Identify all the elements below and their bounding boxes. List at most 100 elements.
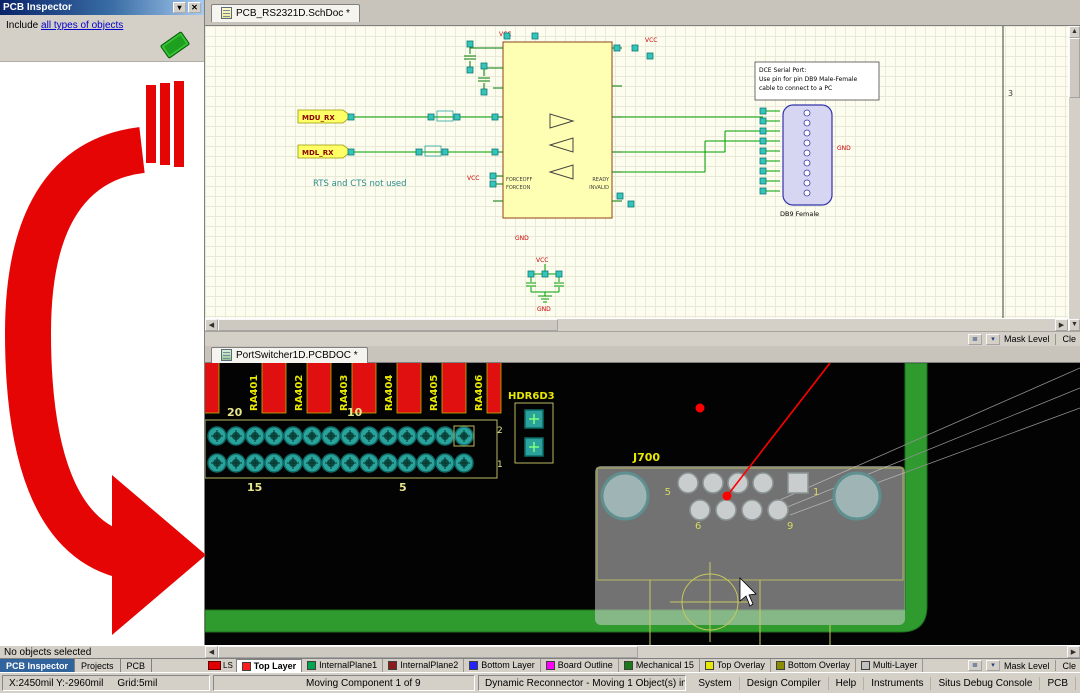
pcb-tab-row: PortSwitcher1D.PCBDOC * bbox=[205, 346, 1080, 363]
include-types-link[interactable]: all types of objects bbox=[41, 20, 123, 31]
layer-tab-multi-layer[interactable]: Multi-Layer bbox=[856, 659, 924, 672]
moving-status-cell: Moving Component 1 of 9 bbox=[213, 675, 475, 691]
layer-tab-internalplane1[interactable]: InternalPlane1 bbox=[302, 659, 383, 672]
svg-text:RA401: RA401 bbox=[249, 375, 260, 411]
scroll-down-icon[interactable]: ▼ bbox=[1069, 319, 1080, 331]
layer-color-swatch bbox=[776, 661, 785, 670]
j700-label: J700 bbox=[632, 451, 660, 464]
scroll-thumb[interactable] bbox=[218, 319, 558, 331]
layer-color-swatch bbox=[469, 661, 478, 670]
connection-endpoint bbox=[696, 404, 705, 413]
decoupling-circuit: VCC GND bbox=[526, 257, 564, 313]
layer-tab-bottom-overlay[interactable]: Bottom Overlay bbox=[771, 659, 856, 672]
menu-situs-debug-console[interactable]: Situs Debug Console bbox=[931, 677, 1040, 690]
layer-tab-top-overlay[interactable]: Top Overlay bbox=[700, 659, 771, 672]
include-label: Include bbox=[6, 20, 38, 31]
scroll-thumb[interactable] bbox=[218, 646, 638, 658]
layer-tab-mechanical-15[interactable]: Mechanical 15 bbox=[619, 659, 700, 672]
altium-window: PCB Inspector ▾ ✕ Include all types of o… bbox=[0, 0, 1080, 693]
rs232-transceiver-ic[interactable]: FORCEOFF FORCEON READY INVALID bbox=[493, 42, 622, 218]
chevron-down-icon[interactable]: ▾ bbox=[986, 334, 1000, 345]
mask-level-label[interactable]: Mask Level bbox=[1004, 334, 1050, 344]
schematic-mask-level-bar: ≣ ▾ Mask Level Cle bbox=[205, 331, 1080, 346]
scroll-left-icon[interactable]: ◀ bbox=[205, 319, 218, 331]
layer-color-swatch bbox=[861, 661, 870, 670]
connection-endpoint bbox=[723, 492, 732, 501]
svg-text:cable to connect to a PC: cable to connect to a PC bbox=[759, 85, 832, 92]
schematic-canvas[interactable]: 3 FORCEOFF FORCEON READY INVALID bbox=[205, 26, 1068, 318]
svg-text:9: 9 bbox=[787, 521, 793, 532]
grid-setting: Grid:5mil bbox=[117, 678, 157, 689]
svg-text:15: 15 bbox=[247, 481, 262, 494]
gnd-power-label: GND bbox=[515, 235, 529, 242]
layer-set-swatch[interactable] bbox=[208, 661, 221, 670]
net-label-mdl-rx[interactable]: MDL_RX bbox=[298, 145, 351, 158]
scroll-thumb[interactable] bbox=[1069, 38, 1080, 98]
scroll-up-icon[interactable]: ▲ bbox=[1069, 26, 1080, 38]
panel-tab-bar: PCB Inspector Projects PCB bbox=[0, 658, 205, 672]
schematic-document-tab[interactable]: PCB_RS2321D.SchDoc * bbox=[211, 4, 360, 22]
chevron-down-icon[interactable]: ▾ bbox=[986, 660, 1000, 671]
clear-button[interactable]: Cle bbox=[1062, 334, 1076, 344]
sheet-zone-label: 3 bbox=[1008, 89, 1013, 98]
filter-icon[interactable]: ≣ bbox=[968, 334, 982, 345]
svg-text:Use pin for pin DB9 Male-Femal: Use pin for pin DB9 Male-Female bbox=[759, 76, 857, 83]
svg-text:RA404: RA404 bbox=[384, 375, 395, 411]
panel-access-bar: System Design Compiler Help Instruments … bbox=[689, 675, 1078, 691]
pin-label: FORCEOFF bbox=[506, 177, 532, 183]
layer-tab-internalplane2[interactable]: InternalPlane2 bbox=[383, 659, 464, 672]
mask-level-label[interactable]: Mask Level bbox=[1004, 661, 1050, 671]
svg-text:RA406: RA406 bbox=[474, 375, 485, 411]
inspector-title: PCB Inspector bbox=[3, 2, 171, 13]
menu-design-compiler[interactable]: Design Compiler bbox=[740, 677, 829, 690]
note-box: DCE Serial Port: Use pin for pin DB9 Mal… bbox=[755, 62, 879, 100]
pcb-horizontal-scrollbar[interactable]: ◀ ▶ bbox=[205, 645, 1080, 658]
schematic-horizontal-scrollbar[interactable]: ◀ ▶ bbox=[205, 318, 1068, 331]
filter-icon[interactable]: ≣ bbox=[968, 660, 982, 671]
schematic-tab-label: PCB_RS2321D.SchDoc * bbox=[236, 8, 350, 19]
scroll-right-icon[interactable]: ▶ bbox=[1067, 646, 1080, 658]
tab-pcb-inspector[interactable]: PCB Inspector bbox=[0, 659, 75, 672]
cursor-coordinates: X:2450mil Y:-2960mil bbox=[9, 678, 103, 689]
pin-label: READY bbox=[592, 177, 610, 183]
db9-connector[interactable]: DB9 Female bbox=[780, 105, 832, 218]
inspector-titlebar[interactable]: PCB Inspector ▾ ✕ bbox=[0, 0, 204, 15]
pcb-canvas[interactable]: RA401 RA402 RA403 RA404 RA405 RA406 bbox=[205, 363, 1080, 645]
layer-color-swatch bbox=[388, 661, 397, 670]
clear-button[interactable]: Cle bbox=[1062, 661, 1076, 671]
svg-text:5: 5 bbox=[665, 487, 671, 498]
vcc-power-label: VCC bbox=[467, 175, 479, 182]
menu-instruments[interactable]: Instruments bbox=[864, 677, 931, 690]
pcb-document-tab[interactable]: PortSwitcher1D.PCBDOC * bbox=[211, 347, 368, 363]
pin-label: FORCEON bbox=[506, 185, 531, 191]
tab-pcb[interactable]: PCB bbox=[121, 659, 153, 672]
svg-text:GND: GND bbox=[537, 306, 551, 313]
pin1-square-pad bbox=[788, 473, 808, 493]
chevron-down-icon[interactable]: ▾ bbox=[173, 2, 186, 13]
menu-help[interactable]: Help bbox=[829, 677, 865, 690]
layer-tab-top-layer[interactable]: Top Layer bbox=[236, 659, 302, 673]
scroll-right-icon[interactable]: ▶ bbox=[1055, 319, 1068, 331]
layer-tab-bottom-layer[interactable]: Bottom Layer bbox=[464, 659, 541, 672]
svg-text:MDU_RX: MDU_RX bbox=[302, 114, 335, 122]
layer-color-swatch bbox=[705, 661, 714, 670]
layer-tab-board-outline[interactable]: Board Outline bbox=[541, 659, 619, 672]
tab-projects[interactable]: Projects bbox=[75, 659, 121, 672]
svg-text:VCC: VCC bbox=[536, 257, 548, 264]
menu-pcb[interactable]: PCB bbox=[1040, 677, 1076, 690]
pin-label: INVALID bbox=[589, 185, 609, 191]
mounting-hole bbox=[834, 473, 880, 519]
pcb-tab-label: PortSwitcher1D.PCBDOC * bbox=[236, 350, 358, 361]
schematic-vertical-scrollbar[interactable]: ▲ ▼ bbox=[1068, 26, 1080, 331]
layer-color-swatch bbox=[624, 661, 633, 670]
svg-text:10: 10 bbox=[347, 406, 363, 419]
layer-color-swatch bbox=[307, 661, 316, 670]
schematic-tab-row: PCB_RS2321D.SchDoc * bbox=[205, 0, 1080, 26]
close-icon[interactable]: ✕ bbox=[188, 2, 201, 13]
vcc-power-label: VCC bbox=[645, 37, 657, 44]
pcb-inspector-panel: PCB Inspector ▾ ✕ Include all types of o… bbox=[0, 0, 204, 62]
layer-set-label[interactable]: LS bbox=[223, 661, 233, 670]
net-label-mdu-rx[interactable]: MDU_RX bbox=[298, 110, 351, 123]
menu-system[interactable]: System bbox=[691, 677, 739, 690]
scroll-left-icon[interactable]: ◀ bbox=[205, 646, 218, 658]
